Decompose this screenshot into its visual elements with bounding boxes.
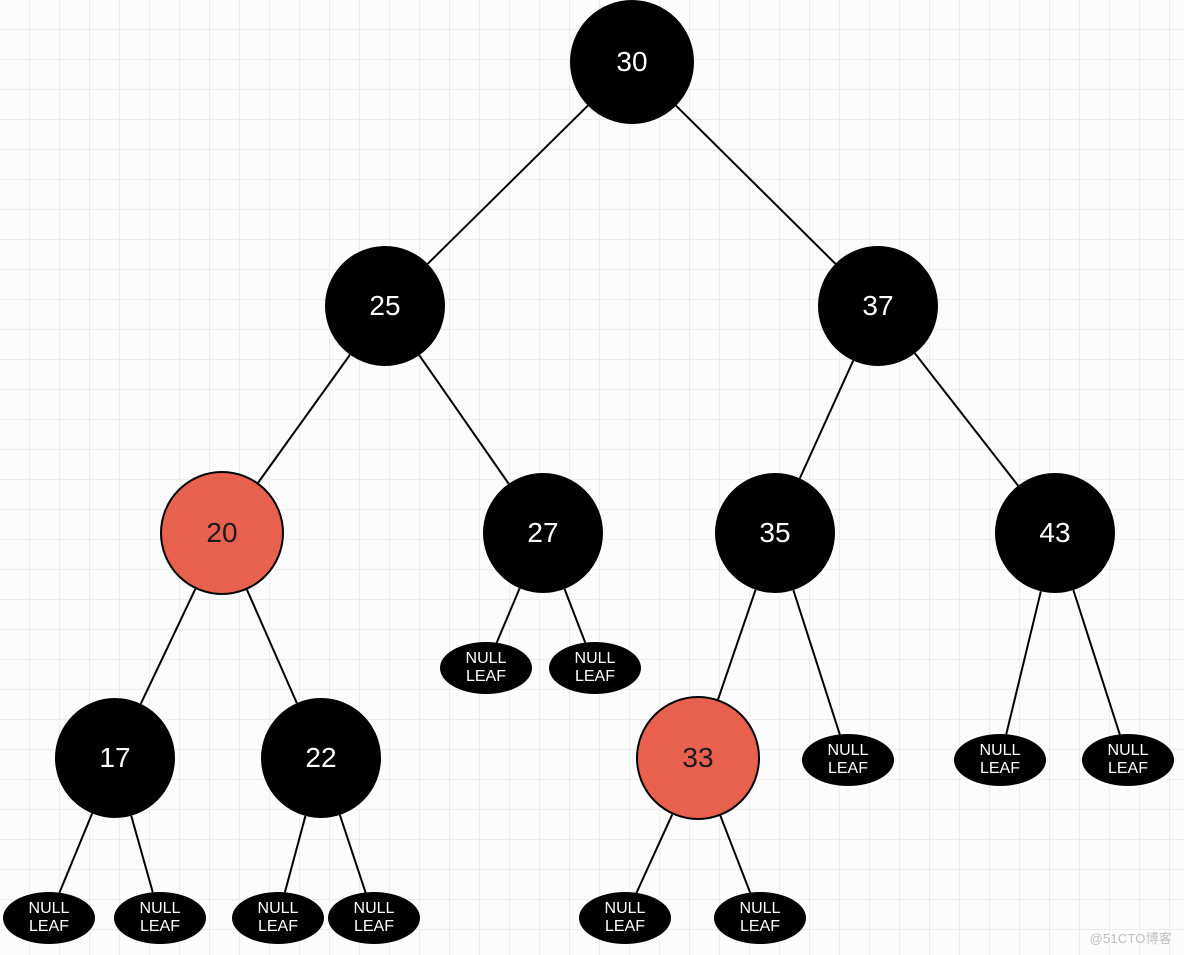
tree-node-label: 22 [305,743,336,774]
null-leaf-label: NULL LEAF [29,900,70,935]
null-leaf: NULL LEAF [440,642,532,694]
tree-node-35: 35 [715,473,835,593]
null-leaf-label: NULL LEAF [354,900,395,935]
tree-node-label: 20 [206,518,237,549]
tree-node-label: 17 [99,743,130,774]
null-leaf: NULL LEAF [114,892,206,944]
tree-node-25: 25 [325,246,445,366]
tree-edge [247,590,297,703]
tree-node-20: 20 [160,471,284,595]
tree-edge [636,814,672,892]
tree-node-37: 37 [818,246,938,366]
tree-node-label: 27 [527,518,558,549]
null-leaf: NULL LEAF [1082,734,1174,786]
null-leaf: NULL LEAF [549,642,641,694]
tree-edge [131,816,153,893]
tree-node-30: 30 [570,0,694,124]
null-leaf: NULL LEAF [3,892,95,944]
tree-edge [258,355,350,483]
tree-edge [915,353,1018,485]
tree-edge [793,590,839,734]
tree-node-label: 37 [862,291,893,322]
tree-edge [1073,590,1119,734]
null-leaf-label: NULL LEAF [605,900,646,935]
null-leaf: NULL LEAF [579,892,671,944]
null-leaf-label: NULL LEAF [980,742,1021,777]
null-leaf-label: NULL LEAF [575,650,616,685]
null-leaf-label: NULL LEAF [140,900,181,935]
tree-edge [718,590,755,700]
tree-node-label: 30 [616,47,647,78]
null-leaf-label: NULL LEAF [740,900,781,935]
tree-edge [497,588,520,642]
tree-edge [141,589,196,704]
edges-layer [0,0,1184,955]
null-leaf-label: NULL LEAF [828,742,869,777]
null-leaf: NULL LEAF [714,892,806,944]
tree-node-27: 27 [483,473,603,593]
tree-edge [565,589,586,643]
tree-node-label: 33 [682,743,713,774]
null-leaf-label: NULL LEAF [1108,742,1149,777]
tree-edge [419,355,508,484]
null-leaf: NULL LEAF [802,734,894,786]
tree-edge [285,816,306,892]
tree-node-33: 33 [636,696,760,820]
diagram-stage: @51CTO博客 30 25 37 20 27 35 43 17 22 33 NULL LEAF NU… [0,0,1184,955]
tree-node-17: 17 [55,698,175,818]
null-leaf: NULL LEAF [954,734,1046,786]
tree-node-label: 35 [759,518,790,549]
tree-node-label: 25 [369,291,400,322]
null-leaf: NULL LEAF [328,892,420,944]
tree-edge [59,813,92,892]
null-leaf: NULL LEAF [232,892,324,944]
tree-edge [340,815,366,892]
watermark: @51CTO博客 [1090,928,1172,947]
null-leaf-label: NULL LEAF [466,650,507,685]
tree-edge [800,361,853,479]
tree-node-label: 43 [1039,518,1070,549]
tree-edge [1006,591,1041,734]
tree-node-22: 22 [261,698,381,818]
null-leaf-label: NULL LEAF [258,900,299,935]
tree-edge [676,106,835,264]
tree-edge [720,816,750,893]
tree-node-43: 43 [995,473,1115,593]
tree-edge [428,106,588,264]
